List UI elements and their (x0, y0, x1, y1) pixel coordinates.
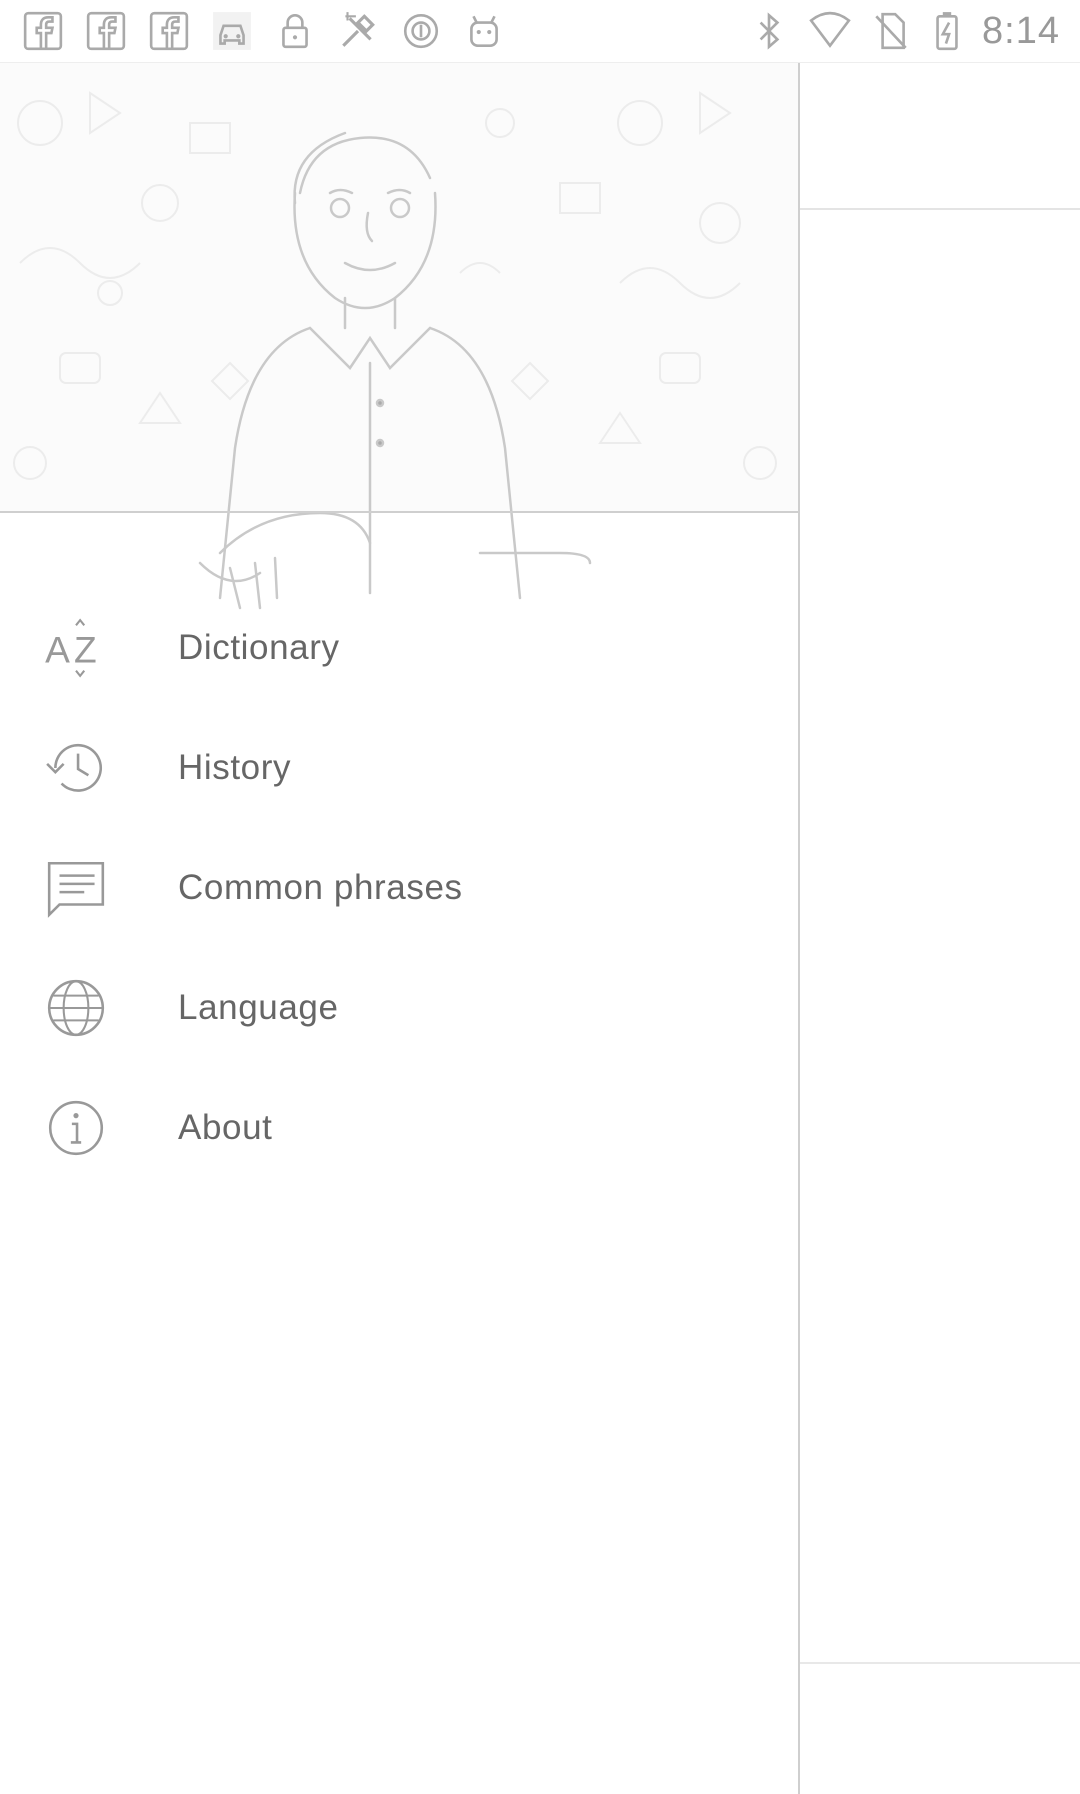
globe-icon (40, 972, 112, 1044)
chat-icon (40, 852, 112, 924)
menu-item-label: About (178, 1108, 273, 1147)
menu-item-about[interactable]: About (0, 1068, 798, 1188)
facebook-icon (85, 6, 127, 56)
drawer-header (0, 63, 798, 610)
drawer-menu: AZ Dictionary History Common phrases Lan… (0, 588, 798, 1188)
status-bar: 8:14 (0, 0, 1080, 63)
facebook-icon (148, 6, 190, 56)
svg-text:Z: Z (74, 628, 97, 670)
battery-charging-icon (926, 6, 968, 56)
android-icon (463, 6, 505, 56)
menu-item-label: Language (178, 988, 339, 1027)
mascot-illustration (198, 131, 592, 610)
lock-icon (274, 6, 316, 56)
menu-item-language[interactable]: Language (0, 948, 798, 1068)
notification-icons (22, 6, 505, 56)
info-icon (40, 1092, 112, 1164)
menu-item-label: History (178, 748, 292, 787)
bluetooth-icon (748, 6, 790, 56)
menu-item-history[interactable]: History (0, 708, 798, 828)
no-sim-icon (870, 6, 912, 56)
menu-item-label: Dictionary (178, 628, 340, 667)
system-icons: 8:14 (748, 6, 1060, 56)
menu-item-label: Common phrases (178, 868, 463, 907)
car-icon (211, 6, 253, 56)
wifi-icon (804, 6, 856, 56)
tools-icon (337, 6, 379, 56)
menu-item-dictionary[interactable]: AZ Dictionary (0, 588, 798, 708)
svg-text:A: A (45, 628, 70, 670)
circle-badge-icon (400, 6, 442, 56)
menu-item-common-phrases[interactable]: Common phrases (0, 828, 798, 948)
az-sort-icon: AZ (40, 612, 112, 684)
header-divider (0, 511, 798, 513)
app-toolbar (798, 63, 1080, 210)
clock: 8:14 (982, 9, 1060, 52)
facebook-icon (22, 6, 64, 56)
main-content-behind-drawer[interactable] (798, 63, 1080, 1794)
navigation-drawer: AZ Dictionary History Common phrases Lan… (0, 63, 800, 1794)
history-icon (40, 732, 112, 804)
bottom-bar (798, 1662, 1080, 1794)
